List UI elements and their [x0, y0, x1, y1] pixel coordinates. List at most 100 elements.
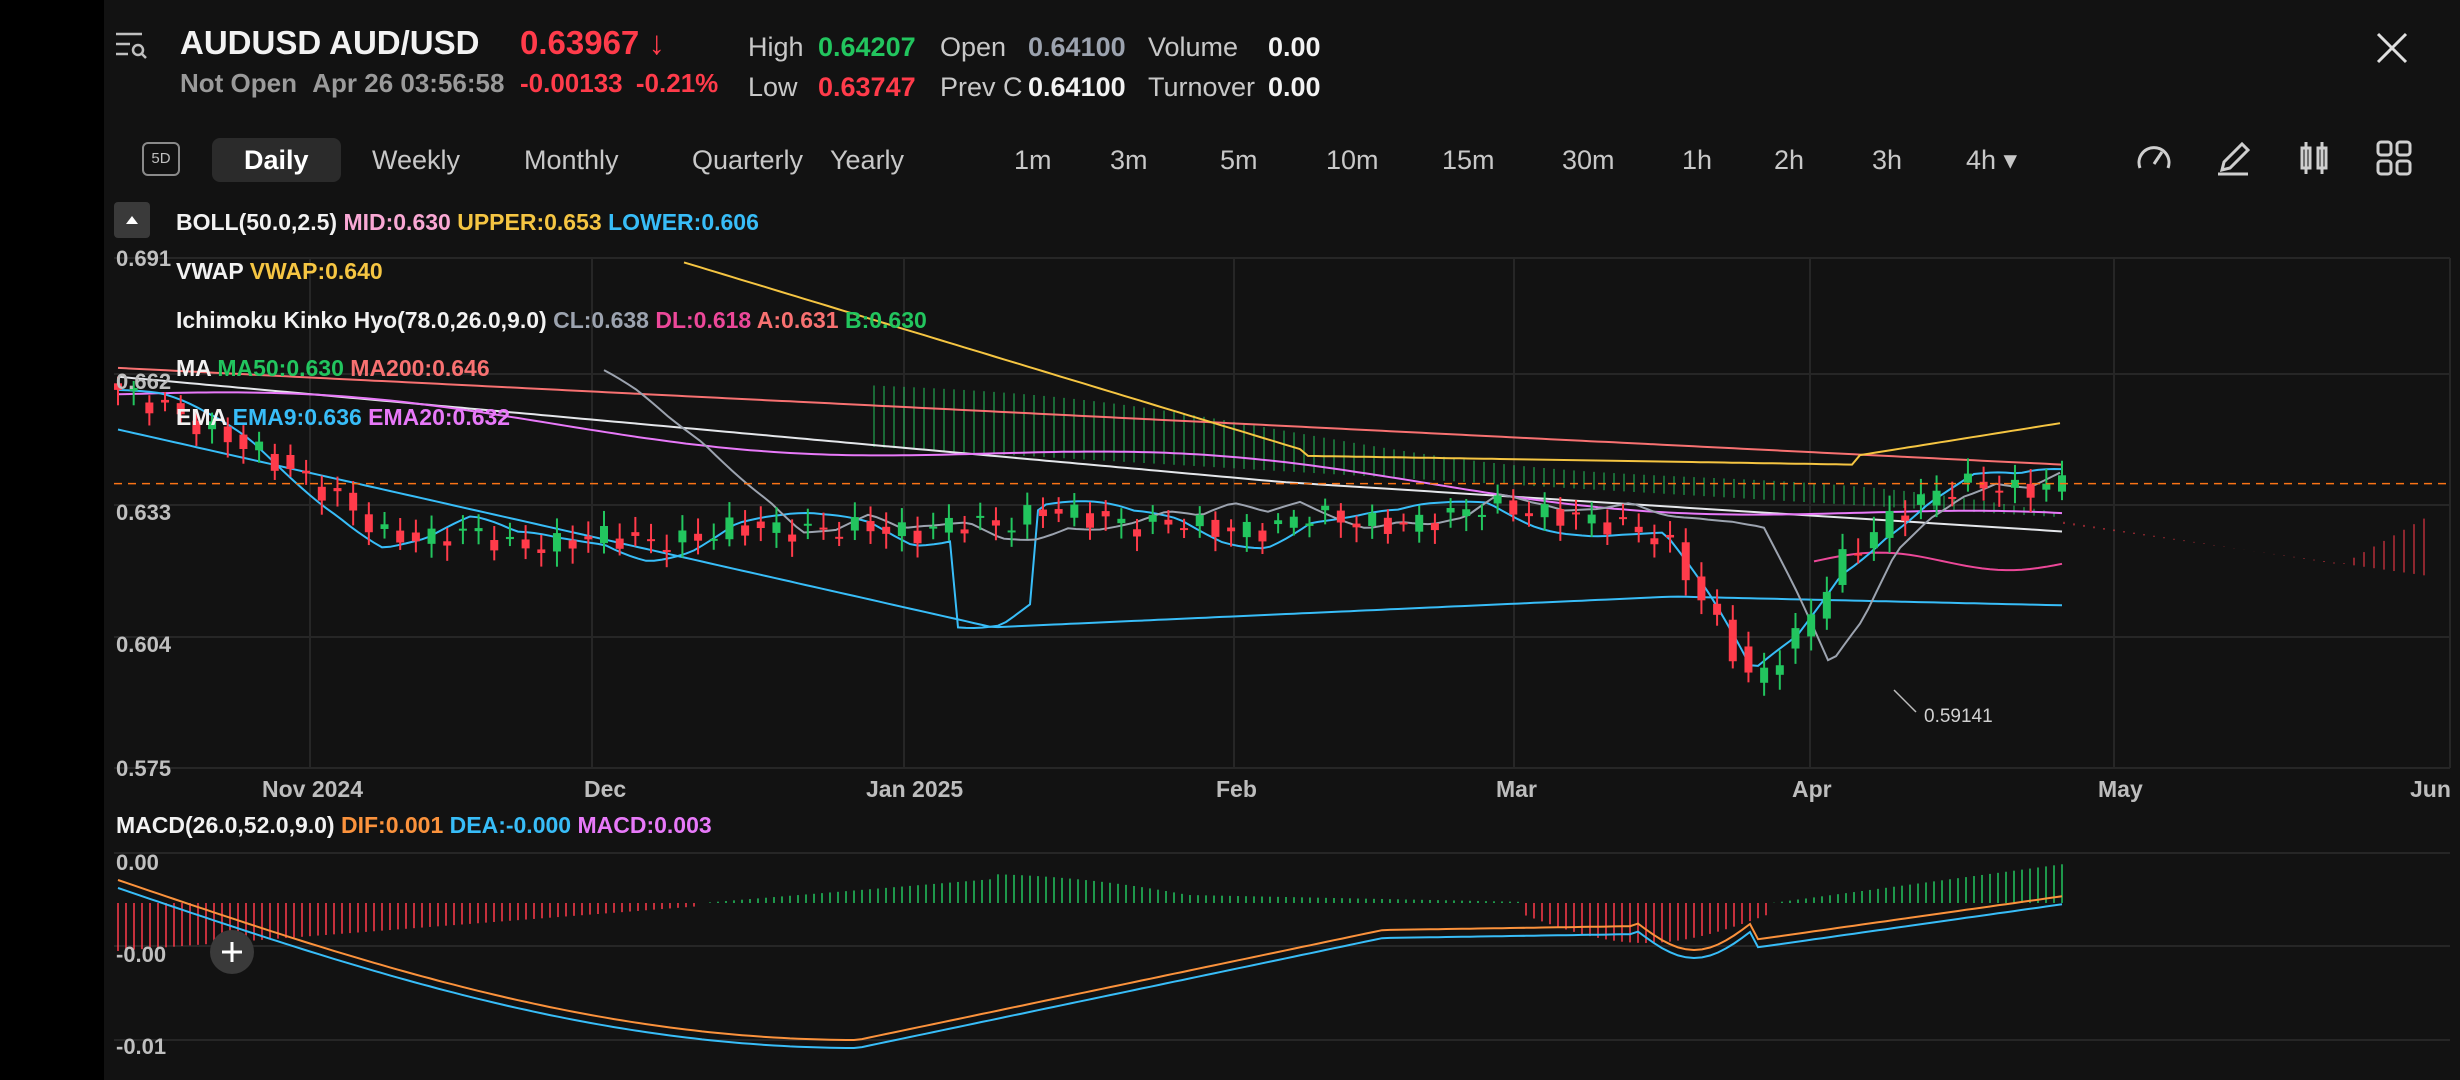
price-change: -0.00133 -0.21%	[520, 68, 718, 99]
macd-dif-line	[117, 879, 2063, 1041]
menu-icon[interactable]	[114, 30, 148, 60]
timeframe-tab-weekly[interactable]: Weekly	[372, 138, 460, 182]
candle-body	[1038, 509, 1047, 517]
candle-body	[1932, 490, 1941, 506]
candle-body	[600, 526, 608, 544]
boll-upper-line	[683, 261, 2061, 466]
candle-body	[427, 528, 436, 544]
candle-body	[1869, 532, 1878, 549]
candle-body	[866, 521, 875, 532]
candle-body	[1995, 490, 2004, 493]
candle-body	[1509, 500, 1518, 515]
timeframe-tab-1m[interactable]: 1m	[1014, 138, 1052, 182]
y-tick-label: 0.633	[116, 500, 172, 525]
timeframe-tab-yearly[interactable]: Yearly	[830, 138, 904, 182]
macd-y-tick-label: -0.01	[116, 1034, 167, 1059]
turnover-value: 0.00	[1268, 72, 1321, 102]
timeframe-tab-daily[interactable]: Daily	[212, 138, 341, 182]
candle-body	[1619, 517, 1628, 520]
candle-body	[1086, 513, 1094, 528]
turnover-label: Turnover	[1148, 72, 1256, 102]
timeframe-tab-15m[interactable]: 15m	[1442, 138, 1495, 182]
symbol-title: AUDUSD AUD/USD	[180, 24, 479, 62]
candle-body	[302, 470, 311, 474]
ichimoku-dl: DL:0.618	[655, 307, 752, 333]
candle-body	[1634, 526, 1643, 533]
candle-body	[1274, 520, 1283, 525]
candle-body	[1697, 576, 1706, 601]
candle-body	[1462, 509, 1471, 517]
timeframe-tab-3h[interactable]: 3h	[1872, 138, 1902, 182]
candle-body	[960, 529, 969, 534]
ichimoku-b: B:0.630	[844, 307, 927, 333]
macd-dea-line	[117, 887, 2063, 1049]
candle-body	[1368, 512, 1377, 526]
candle-body	[850, 517, 859, 531]
candle-body	[1321, 505, 1330, 511]
candle-body	[678, 530, 687, 543]
status-timestamp: Apr 26 03:56:58	[312, 68, 505, 98]
x-tick-label: Apr	[1792, 776, 1832, 802]
candle-body	[537, 549, 546, 553]
candle-body	[1164, 519, 1173, 525]
candle-body	[1242, 521, 1251, 538]
ichimoku-name: Ichimoku Kinko Hyo(78.0,26.0,9.0)	[176, 307, 547, 333]
vwap-value: VWAP:0.640	[249, 258, 383, 284]
candle-body	[1289, 516, 1298, 528]
candle-body	[2042, 483, 2051, 490]
y-tick-label: 0.662	[116, 369, 172, 394]
candle-body	[1493, 495, 1502, 504]
boll-upper: UPPER:0.653	[457, 209, 602, 235]
candle-body	[1070, 504, 1079, 518]
collapse-indicators-button[interactable]	[114, 202, 150, 238]
timeframe-tab-4h[interactable]: 4h ▾	[1966, 138, 2017, 182]
timeframe-tab-5m[interactable]: 5m	[1220, 138, 1258, 182]
candle-body	[1133, 529, 1142, 537]
y-tick-label: 0.575	[116, 756, 172, 781]
timeframe-tab-10m[interactable]: 10m	[1326, 138, 1379, 182]
low-value: 0.63747	[818, 72, 916, 102]
x-tick-label: Dec	[584, 776, 627, 802]
timeframe-tab-3m[interactable]: 3m	[1110, 138, 1148, 182]
candle-body	[1227, 527, 1236, 532]
candle-body	[1352, 523, 1361, 528]
x-tick-label: Jun	[2410, 776, 2451, 802]
macd-value: MACD:0.003	[577, 812, 712, 838]
low-annotation-leader	[1893, 689, 1917, 713]
candle-body	[1728, 619, 1737, 662]
add-indicator-button[interactable]	[210, 930, 254, 974]
candle-body	[1775, 665, 1784, 675]
timeframe-tab-30m[interactable]: 30m	[1562, 138, 1615, 182]
timeframe-tab-monthly[interactable]: Monthly	[524, 138, 619, 182]
timeframe-tab-quarterly[interactable]: Quarterly	[692, 138, 803, 182]
candle-body	[1963, 473, 1972, 483]
candle-type-icon[interactable]	[2294, 138, 2334, 183]
candle-body	[584, 536, 593, 540]
ema-indicator: EMA EMA9:0.636 EMA20:0.632	[176, 404, 510, 431]
candle-body	[913, 530, 922, 544]
five-day-button[interactable]: 5D	[142, 142, 180, 176]
close-icon[interactable]	[2374, 30, 2410, 66]
candle-body	[1587, 514, 1596, 524]
chart-screen: AUDUSD AUD/USD 0.63967 ↓ Not Open Apr 26…	[104, 0, 2460, 1080]
low-label: Low	[748, 72, 798, 102]
candle-body	[897, 522, 906, 537]
candle-body	[819, 527, 828, 530]
layout-grid-icon[interactable]	[2374, 138, 2414, 183]
candle-body	[1258, 530, 1267, 542]
market-status: Not Open Apr 26 03:56:58	[180, 68, 504, 99]
draw-pen-icon[interactable]	[2214, 138, 2254, 183]
y-tick-label: 0.604	[116, 632, 172, 657]
speed-gauge-icon[interactable]	[2134, 138, 2174, 183]
candle-body	[505, 536, 514, 540]
candle-body	[1681, 542, 1690, 581]
candle-body	[1979, 481, 1988, 489]
candle-body	[349, 492, 358, 511]
open-value: 0.64100	[1028, 32, 1126, 62]
timeframe-tab-1h[interactable]: 1h	[1682, 138, 1712, 182]
timeframe-tab-2h[interactable]: 2h	[1774, 138, 1804, 182]
candle-body	[1117, 518, 1126, 524]
candle-body	[161, 399, 170, 403]
candle-body	[1556, 509, 1565, 526]
candle-body	[725, 517, 734, 540]
